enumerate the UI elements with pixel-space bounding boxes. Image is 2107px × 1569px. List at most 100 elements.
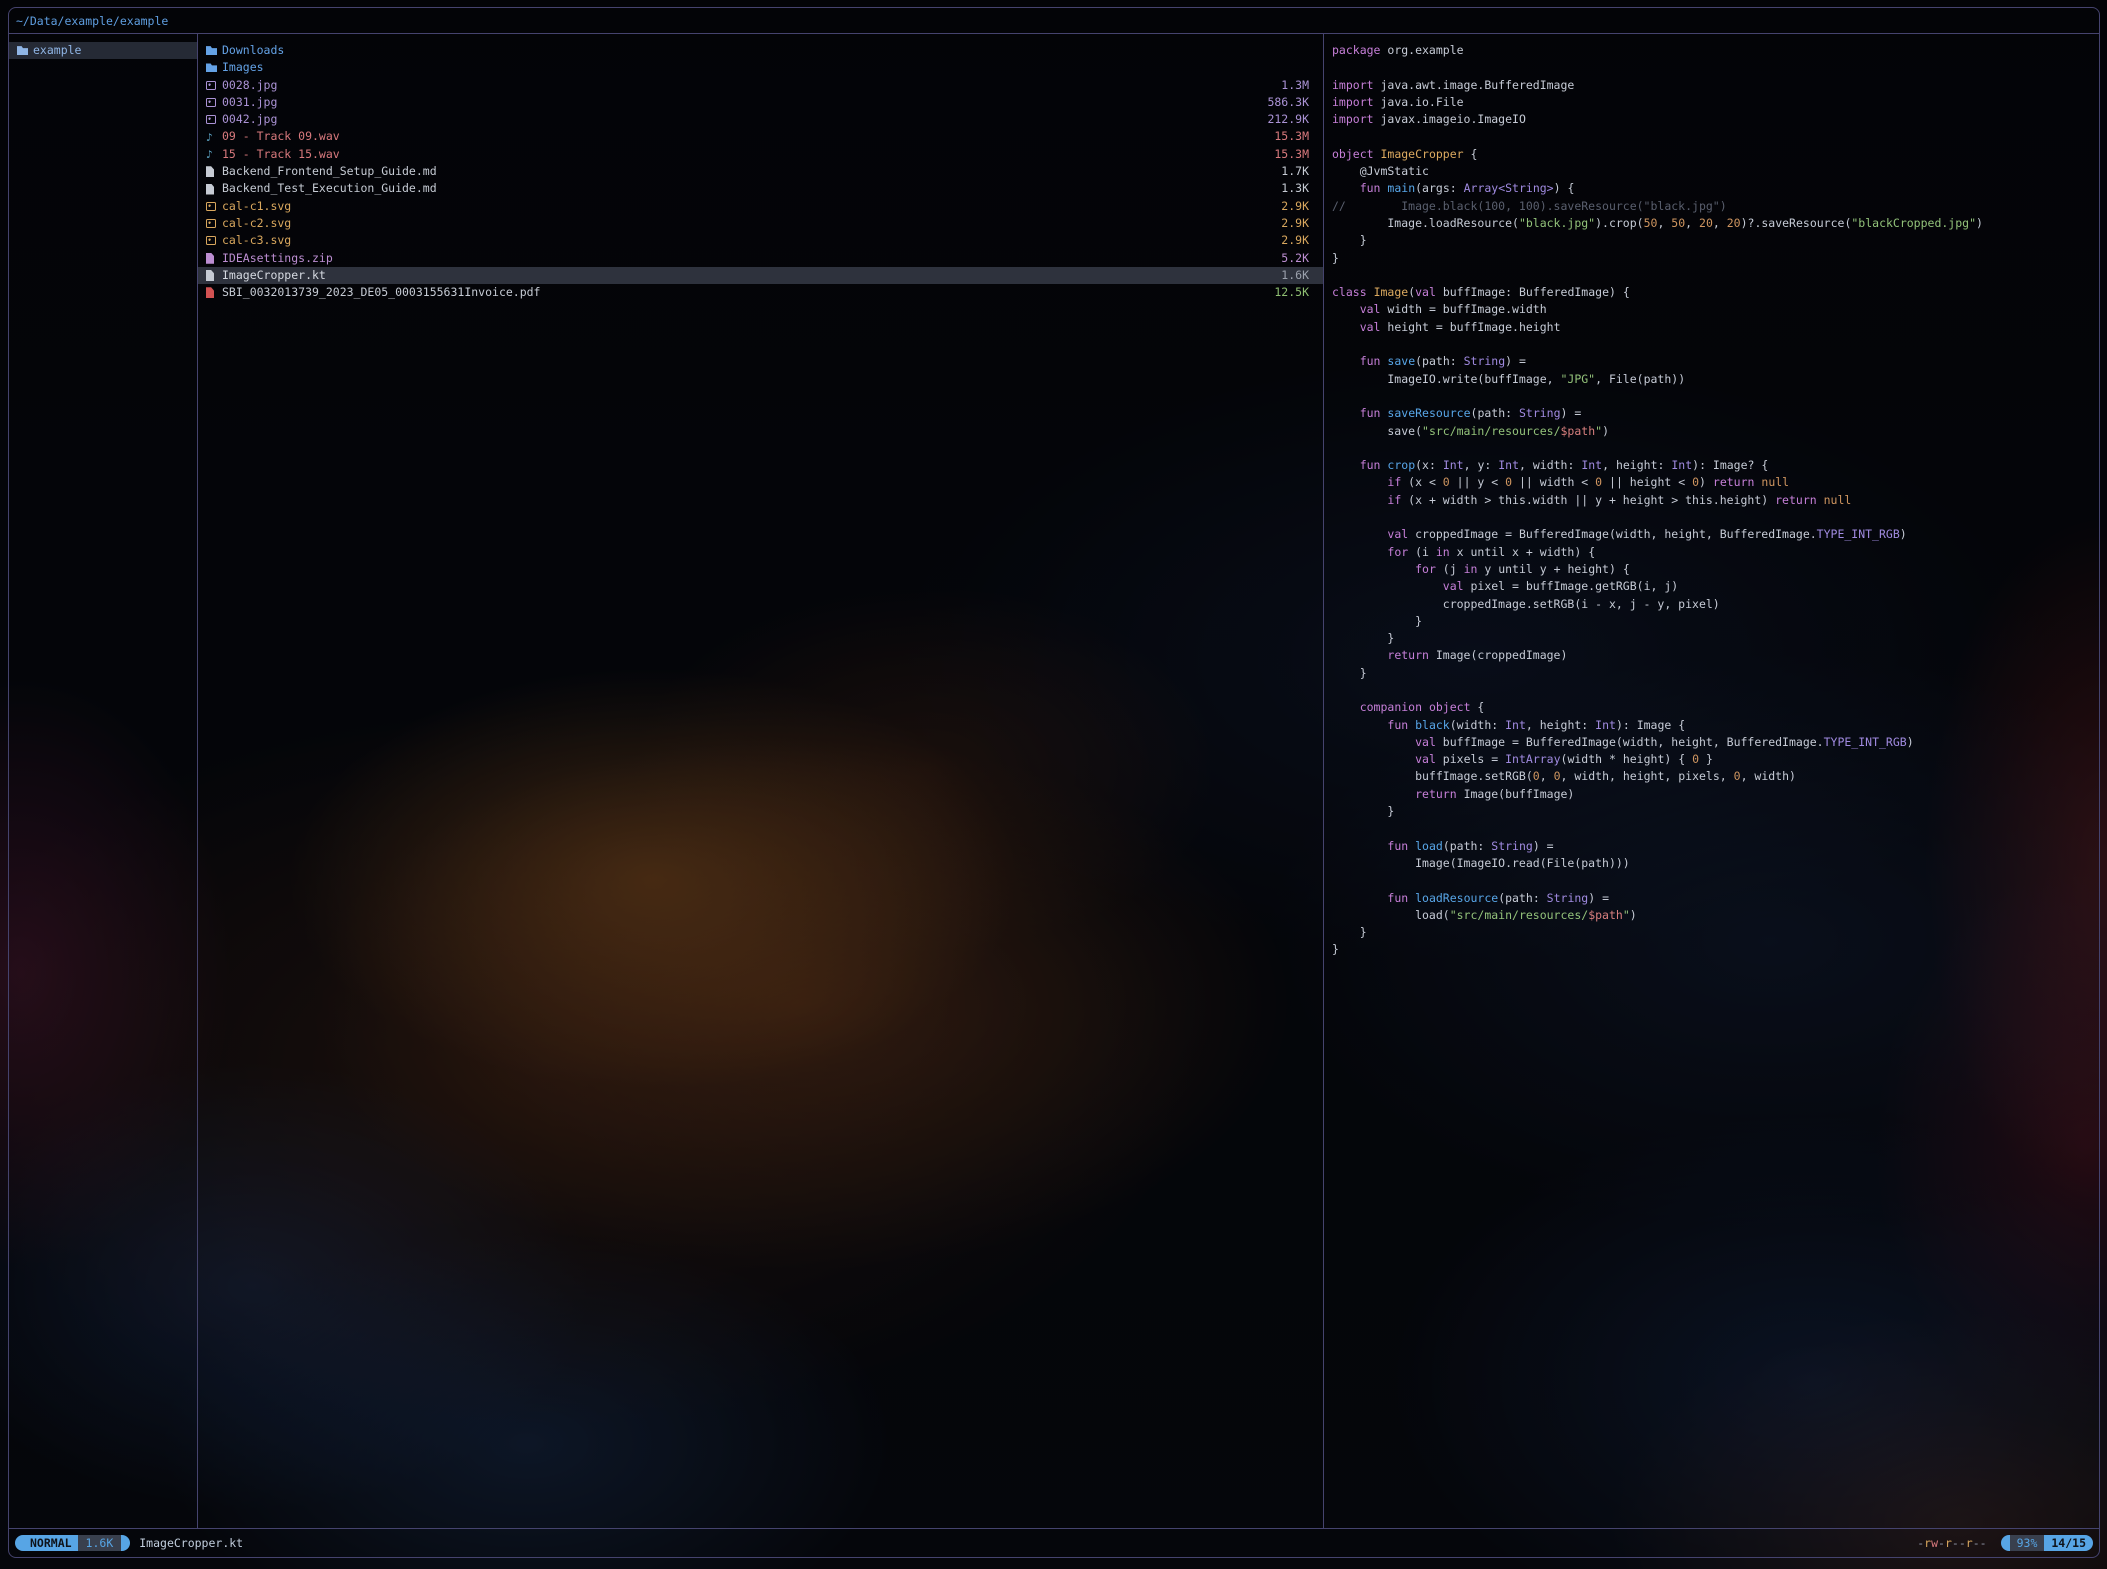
file-size: 1.6K [1269, 267, 1309, 284]
code-line: import javax.imageio.ImageIO [1332, 111, 2099, 128]
code-line: } [1332, 630, 2099, 647]
code-line [1332, 820, 2099, 837]
file-size: 1.3K [1269, 180, 1309, 197]
svg-file-icon [206, 219, 222, 228]
code-line: return Image(buffImage) [1332, 786, 2099, 803]
markdown-file-icon [206, 184, 222, 195]
code-line: val croppedImage = BufferedImage(width, … [1332, 526, 2099, 543]
code-line: load("src/main/resources/$path") [1332, 907, 2099, 924]
breadcrumb: ~/Data/example/example [9, 8, 2099, 33]
file-row[interactable]: ♪09 - Track 09.wav15.3M [198, 128, 1323, 145]
image-file-icon [206, 115, 222, 124]
file-size-badge: 1.6K [78, 1535, 122, 1551]
folder-download-icon [206, 46, 222, 55]
yazi-file-manager: ~/Data/example/example example Downloads… [0, 0, 2107, 1569]
mode-badge: NORMAL [24, 1535, 78, 1551]
preview-pane[interactable]: package org.example import java.awt.imag… [1324, 34, 2099, 1528]
code-line: object ImageCropper { [1332, 146, 2099, 163]
pdf-file-icon [206, 287, 222, 298]
file-name: 15 - Track 15.wav [222, 146, 340, 163]
code-line: } [1332, 613, 2099, 630]
status-left-group: NORMAL 1.6K ImageCropper.kt [15, 1535, 243, 1551]
code-line: companion object { [1332, 699, 2099, 716]
scroll-percent-badge: 93% [2010, 1535, 2045, 1551]
permissions-text: -rw-r--r-- [1917, 1536, 1986, 1550]
file-row[interactable]: cal-c1.svg2.9K [198, 198, 1323, 215]
file-row[interactable]: 0028.jpg 1.3M [198, 77, 1323, 94]
file-row[interactable]: SBI_0032013739_2023_DE05_0003155631Invoi… [198, 284, 1323, 301]
code-line: fun main(args: Array<String>) { [1332, 180, 2099, 197]
cwd-path: ~/Data/example/example [16, 14, 168, 28]
file-row[interactable]: 0042.jpg212.9K [198, 111, 1323, 128]
file-name: 09 - Track 09.wav [222, 128, 340, 145]
file-row[interactable]: ImageCropper.kt 1.6K [198, 267, 1323, 284]
file-name: 0031.jpg [222, 94, 277, 111]
file-row[interactable]: Downloads [198, 42, 1323, 59]
file-row[interactable]: Backend_Test_Execution_Guide.md 1.3K [198, 180, 1323, 197]
file-row[interactable]: IDEAsettings.zip 5.2K [198, 250, 1323, 267]
code-line: import java.io.File [1332, 94, 2099, 111]
code-line: ImageIO.write(buffImage, "JPG", File(pat… [1332, 371, 2099, 388]
file-row[interactable]: cal-c2.svg2.9K [198, 215, 1323, 232]
file-size: 1.7K [1269, 163, 1309, 180]
file-size: 2.9K [1269, 232, 1309, 249]
code-line: import java.awt.image.BufferedImage [1332, 77, 2099, 94]
code-line: croppedImage.setRGB(i - x, j - y, pixel) [1332, 596, 2099, 613]
code-line: val pixel = buffImage.getRGB(i, j) [1332, 578, 2099, 595]
powerline-left-cap [15, 1535, 24, 1551]
folder-icon [17, 46, 33, 55]
file-size: 1.3M [1269, 77, 1309, 94]
code-line: if (x < 0 || y < 0 || width < 0 || heigh… [1332, 474, 2099, 491]
svg-file-icon [206, 236, 222, 245]
file-name: cal-c3.svg [222, 232, 291, 249]
status-filename: ImageCropper.kt [139, 1536, 243, 1550]
cursor-position-badge: 14/15 [2044, 1535, 2093, 1551]
folder-icon [206, 63, 222, 72]
code-line: fun save(path: String) = [1332, 353, 2099, 370]
code-line: save("src/main/resources/$path") [1332, 423, 2099, 440]
file-name: ImageCropper.kt [222, 267, 326, 284]
code-line [1332, 872, 2099, 889]
code-line [1332, 388, 2099, 405]
file-size: 15.3M [1262, 146, 1309, 163]
file-row[interactable]: Images [198, 59, 1323, 76]
code-line: if (x + width > this.width || y + height… [1332, 492, 2099, 509]
code-line: fun crop(x: Int, y: Int, width: Int, hei… [1332, 457, 2099, 474]
code-line: for (j in y until y + height) { [1332, 561, 2099, 578]
code-line: Image(ImageIO.read(File(path))) [1332, 855, 2099, 872]
file-name: example [33, 42, 81, 59]
file-name: Images [222, 59, 264, 76]
kotlin-file-icon [206, 270, 222, 281]
code-line: for (i in x until x + width) { [1332, 544, 2099, 561]
file-name: cal-c2.svg [222, 215, 291, 232]
code-line: } [1332, 232, 2099, 249]
code-line: } [1332, 803, 2099, 820]
file-size: 12.5K [1262, 284, 1309, 301]
code-line [1332, 440, 2099, 457]
file-size: 212.9K [1255, 111, 1309, 128]
code-line: val height = buffImage.height [1332, 319, 2099, 336]
parent-pane: example [9, 34, 198, 1528]
panes: example DownloadsImages0028.jpg1.3M0031.… [9, 33, 2099, 1529]
code-line: } [1332, 665, 2099, 682]
file-row[interactable]: 0031.jpg586.3K [198, 94, 1323, 111]
file-row[interactable]: ♪15 - Track 15.wav15.3M [198, 146, 1323, 163]
code-line: class Image(val buffImage: BufferedImage… [1332, 284, 2099, 301]
parent-dir-item[interactable]: example [9, 42, 197, 59]
file-row[interactable]: Backend_Frontend_Setup_Guide.md1.7K [198, 163, 1323, 180]
code-line [1332, 267, 2099, 284]
file-size: 5.2K [1269, 250, 1309, 267]
code-line: } [1332, 941, 2099, 958]
code-line: return Image(croppedImage) [1332, 647, 2099, 664]
code-line: val width = buffImage.width [1332, 301, 2099, 318]
file-row[interactable]: cal-c3.svg 2.9K [198, 232, 1323, 249]
code-line: fun saveResource(path: String) = [1332, 405, 2099, 422]
file-name: Backend_Test_Execution_Guide.md [222, 180, 437, 197]
code-line: val pixels = IntArray(width * height) { … [1332, 751, 2099, 768]
file-name: IDEAsettings.zip [222, 250, 333, 267]
file-name: 0028.jpg [222, 77, 277, 94]
code-line: fun load(path: String) = [1332, 838, 2099, 855]
powerline-left-separator [2001, 1535, 2010, 1551]
code-line: fun loadResource(path: String) = [1332, 890, 2099, 907]
markdown-file-icon [206, 166, 222, 177]
